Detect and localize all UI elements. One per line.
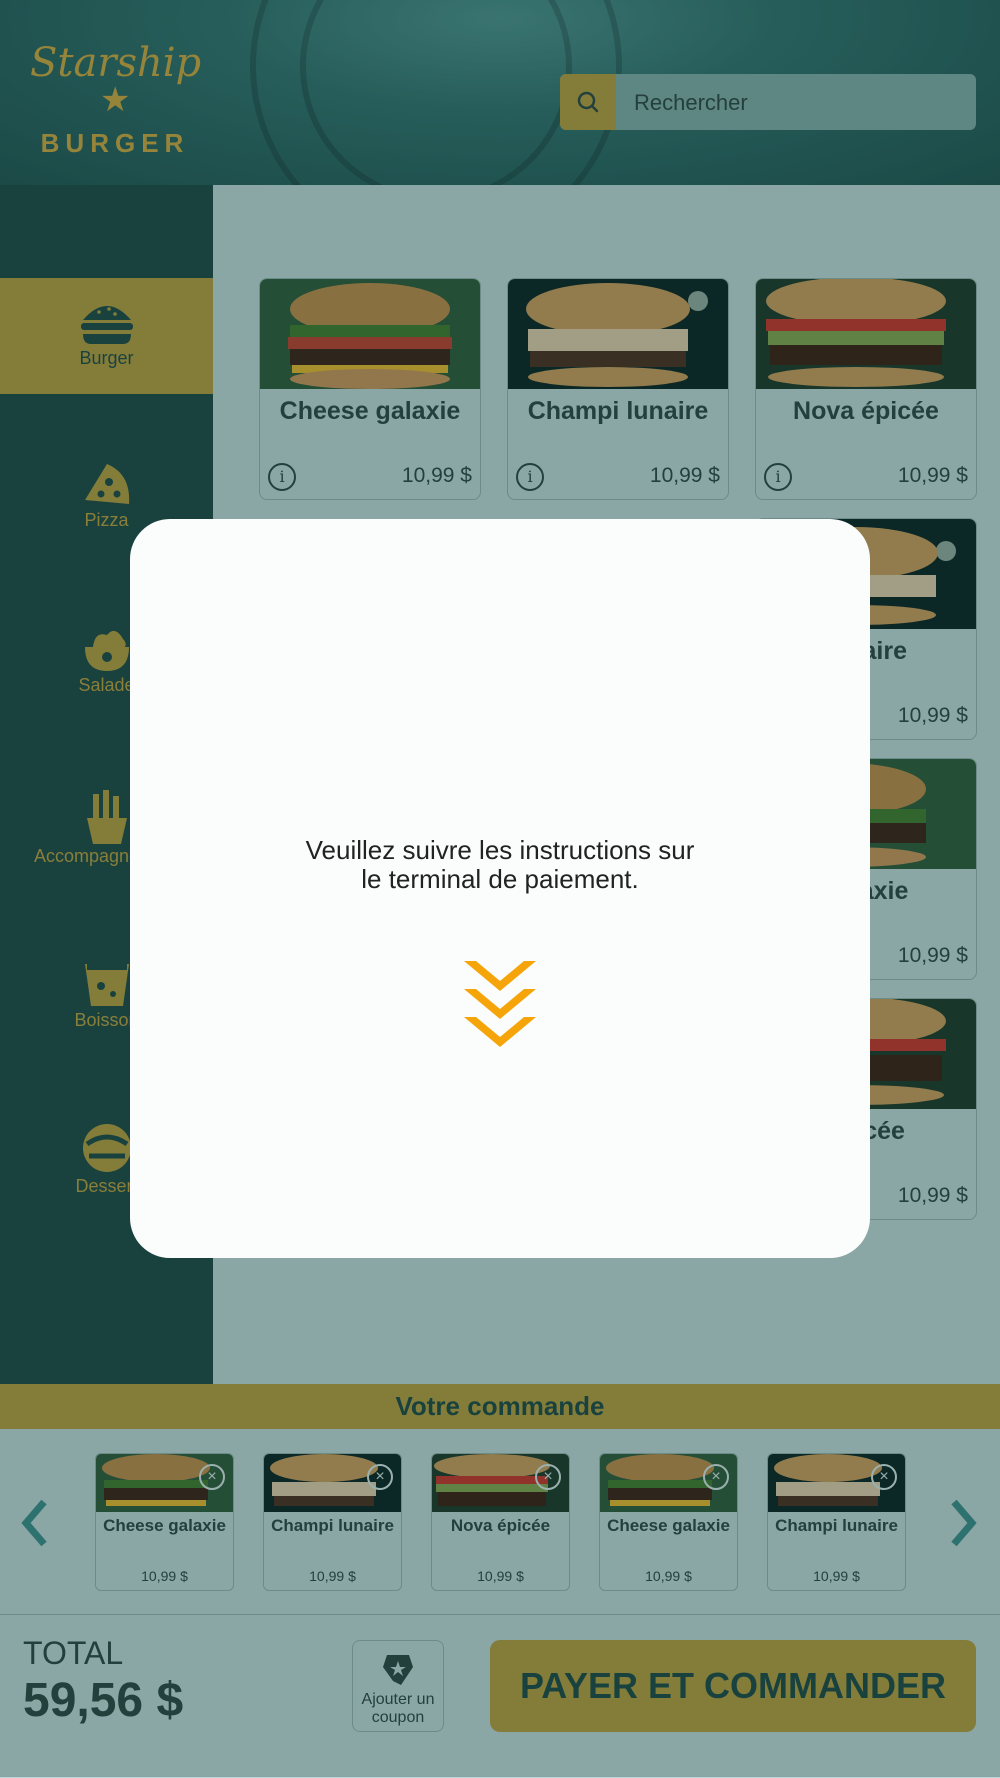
chevrons-down-icon	[464, 961, 536, 1047]
payment-instruction: Veuillez suivre les instructions sur le …	[130, 836, 870, 894]
payment-instruction-line1: Veuillez suivre les instructions sur	[305, 835, 695, 865]
payment-instruction-line2: le terminal de paiement.	[361, 864, 639, 894]
payment-modal: Veuillez suivre les instructions sur le …	[130, 519, 870, 1258]
